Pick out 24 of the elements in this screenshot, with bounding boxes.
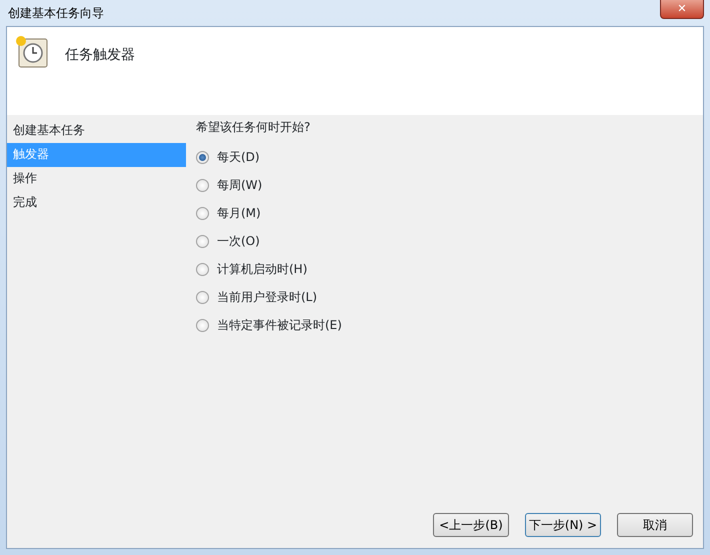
back-button[interactable]: <上一步(B) xyxy=(433,513,509,537)
option-label[interactable]: 当前用户登录时(L) xyxy=(217,288,318,306)
clock-icon xyxy=(15,35,49,69)
radio-button[interactable] xyxy=(196,178,209,192)
question-label: 希望该任务何时开始? xyxy=(196,119,312,135)
window-title: 创建基本任务向导 xyxy=(7,5,104,22)
option-label[interactable]: 计算机启动时(H) xyxy=(217,260,308,278)
next-button[interactable]: 下一步(N) > xyxy=(525,513,601,537)
cancel-button[interactable]: 取消 xyxy=(617,513,693,537)
radio-button[interactable] xyxy=(196,290,209,304)
option-label[interactable]: 每月(M) xyxy=(217,204,261,222)
radio-button[interactable] xyxy=(196,234,209,248)
sidebar-item[interactable]: 完成 xyxy=(7,191,186,215)
sidebar-item[interactable]: 操作 xyxy=(7,167,186,191)
option-label[interactable]: 每周(W) xyxy=(217,176,262,194)
sidebar-item[interactable]: 创建基本任务 xyxy=(7,119,186,143)
radio-button[interactable] xyxy=(196,206,209,220)
option-label[interactable]: 当特定事件被记录时(E) xyxy=(217,316,342,334)
option-label[interactable]: 每天(D) xyxy=(217,148,260,166)
page-title: 任务触发器 xyxy=(65,46,135,65)
radio-button[interactable] xyxy=(196,318,209,332)
radio-button[interactable] xyxy=(196,262,209,276)
option-label[interactable]: 一次(O) xyxy=(217,232,260,250)
radio-button[interactable] xyxy=(196,150,209,164)
